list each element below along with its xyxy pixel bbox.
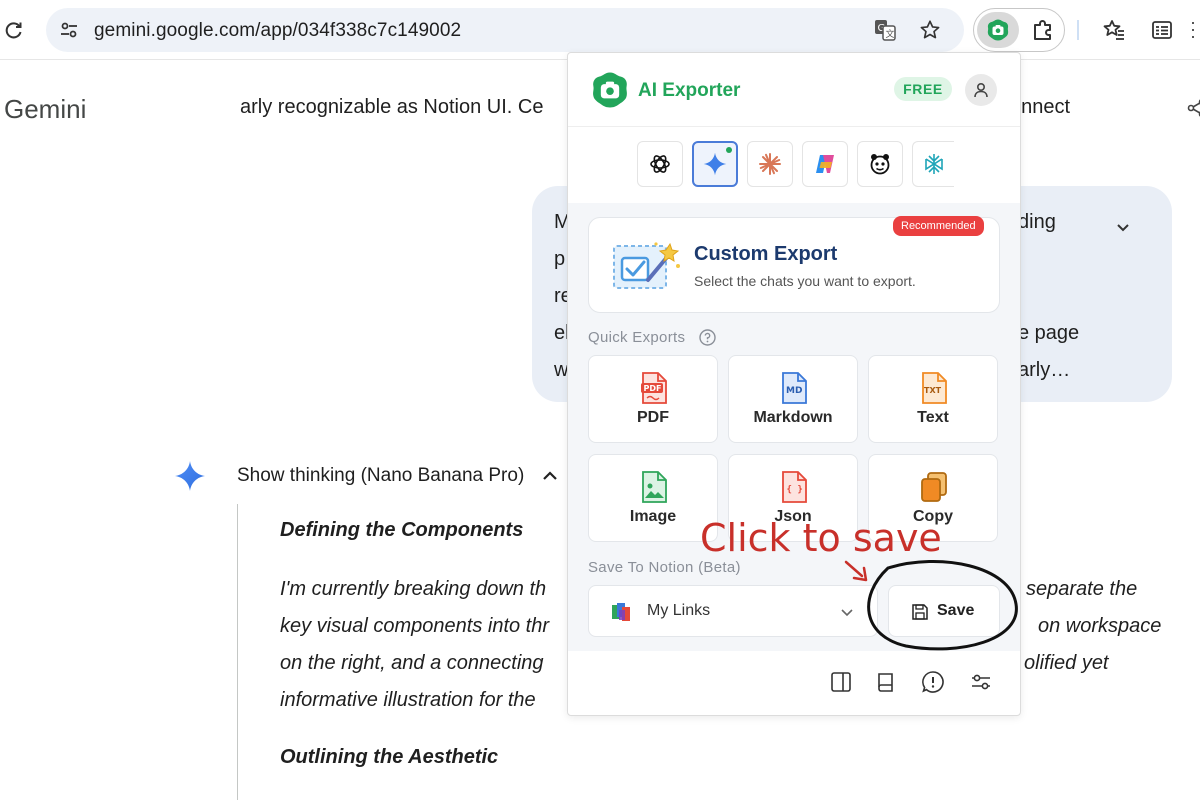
help-icon[interactable] (699, 329, 716, 346)
conversation-title-left: arly recognizable as Notion UI. Ce (240, 96, 544, 118)
popup-header: AI Exporter FREE (568, 53, 1020, 127)
thought-line: I'm currently breaking down th (280, 578, 547, 600)
pdf-file-icon: PDF (639, 372, 669, 404)
ai-exporter-icon[interactable] (977, 12, 1019, 48)
export-text-button[interactable]: TXT Text (868, 355, 998, 443)
gemini-sparkle-icon (174, 460, 206, 492)
thought-line-fragment: separate the (1026, 578, 1138, 600)
thought-line: key visual components into thr (280, 615, 550, 637)
expand-chevron-icon[interactable] (1112, 216, 1134, 238)
custom-export-subtitle: Select the chats you want to export. (694, 273, 916, 289)
svg-text:文: 文 (886, 28, 895, 40)
file-tag: PDF (644, 384, 662, 393)
claude-icon[interactable] (747, 141, 793, 187)
export-label: PDF (637, 409, 669, 426)
annotation-text: Click to save (700, 516, 942, 560)
reading-list-icon[interactable] (1146, 14, 1178, 46)
chevron-down-icon[interactable] (839, 604, 855, 620)
reload-icon[interactable] (0, 14, 28, 46)
ai-exporter-popup: AI Exporter FREE Recommended Custom Expo… (567, 52, 1021, 716)
thought-line: on the right, and a connecting (280, 652, 544, 674)
notion-page-select[interactable]: My Links (588, 585, 878, 637)
feedback-icon[interactable] (920, 669, 946, 695)
thought-divider (237, 504, 238, 800)
book-icon[interactable] (873, 669, 899, 695)
gemini-title[interactable]: Gemini (4, 94, 86, 125)
site-selector (637, 141, 957, 187)
bubble-fragment: arly… (1018, 359, 1071, 381)
chevron-up-icon[interactable] (540, 466, 560, 486)
export-label: Image (629, 508, 677, 525)
user-icon[interactable] (965, 74, 997, 106)
file-tag: TXT (924, 386, 942, 395)
file-tag: MD (786, 386, 802, 396)
export-markdown-button[interactable]: MD Markdown (728, 355, 858, 443)
magic-wand-checkbox-icon (610, 238, 686, 294)
brand-name: AI Exporter (638, 80, 741, 101)
thought-heading: Outlining the Aesthetic (280, 746, 499, 768)
notion-section-label: Save To Notion (Beta) (588, 559, 741, 576)
toolbar-separator (1077, 20, 1079, 40)
thought-line: informative illustration for the (280, 689, 536, 711)
show-thinking-toggle[interactable]: Show thinking (Nano Banana Pro) (237, 465, 524, 487)
settings-icon[interactable] (968, 669, 994, 695)
address-bar[interactable]: gemini.google.com/app/034f338c7c149002 G… (46, 8, 964, 52)
extension-group (973, 8, 1065, 52)
url-text[interactable]: gemini.google.com/app/034f338c7c149002 (94, 20, 461, 42)
share-icon[interactable] (1186, 97, 1200, 119)
sidebar-icon[interactable] (828, 669, 854, 695)
puzzle-icon[interactable] (1028, 15, 1058, 45)
plan-badge: FREE (894, 77, 952, 101)
thought-heading: Defining the Components (280, 519, 524, 541)
translate-icon[interactable]: G文 (872, 17, 898, 43)
star-icon[interactable] (916, 16, 944, 44)
save-button[interactable]: Save (888, 585, 1000, 637)
gemini-icon[interactable] (692, 141, 738, 187)
markdown-file-icon: MD (779, 372, 809, 404)
bubble-fragment (1018, 241, 1079, 278)
bubble-fragment: ding (1018, 211, 1056, 233)
export-label: Text (917, 409, 949, 426)
quick-exports-label: Quick Exports (588, 329, 686, 346)
tune-icon[interactable] (56, 17, 82, 43)
file-tag: { } (787, 485, 803, 495)
notion-pages-icon (611, 602, 633, 622)
save-icon (911, 603, 929, 621)
more-menu-icon[interactable] (1188, 14, 1200, 46)
deepseek-icon[interactable] (857, 141, 903, 187)
copy-icon (919, 471, 949, 503)
browser-toolbar: gemini.google.com/app/034f338c7c149002 G… (0, 0, 1200, 60)
text-file-icon: TXT (919, 372, 949, 404)
save-label: Save (937, 602, 975, 619)
bubble-fragment: e page (1018, 322, 1080, 344)
recommended-badge: Recommended (893, 216, 984, 236)
copilot-icon[interactable] (802, 141, 848, 187)
image-file-icon (639, 471, 669, 503)
notion-page-value: My Links (647, 602, 711, 619)
json-file-icon: { } (779, 471, 809, 503)
user-message-right-fragment: ding e page arly… (1018, 204, 1079, 389)
chatgpt-icon[interactable] (637, 141, 683, 187)
custom-export-title: Custom Export (694, 243, 838, 265)
export-label: Markdown (753, 409, 833, 426)
thought-line-fragment: on workspace (1038, 615, 1162, 637)
star-list-icon[interactable] (1098, 14, 1130, 46)
active-indicator (726, 147, 732, 153)
bubble-fragment (1018, 278, 1079, 315)
export-image-button[interactable]: Image (588, 454, 718, 542)
perplexity-icon[interactable] (912, 141, 954, 187)
export-pdf-button[interactable]: PDF PDF (588, 355, 718, 443)
ai-exporter-logo-icon (590, 70, 630, 110)
thought-line-fragment: olified yet (1024, 652, 1109, 674)
